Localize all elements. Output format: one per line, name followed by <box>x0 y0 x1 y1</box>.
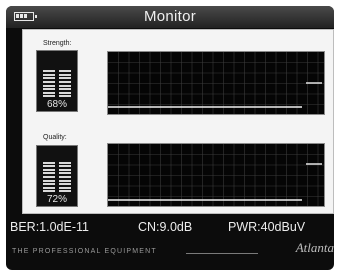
meter-bar <box>43 73 55 76</box>
ber-value: BER:1.0dE-11 <box>10 220 89 234</box>
meter-bar <box>43 77 55 80</box>
meter-bar <box>59 165 71 168</box>
meter-bar <box>59 179 71 182</box>
meter-bar <box>43 168 55 171</box>
strength-graph <box>107 51 325 115</box>
graph-grid <box>108 52 324 114</box>
meter-bar <box>43 183 55 186</box>
meter-bar <box>43 172 55 175</box>
meter-bar <box>59 91 71 94</box>
meter-bar <box>59 183 71 186</box>
meter-bar <box>43 165 55 168</box>
meter-bar <box>59 161 71 164</box>
brand-text: Atlanta <box>295 240 334 255</box>
meter-bar <box>43 95 55 98</box>
meter-bar <box>43 161 55 164</box>
meter-bar <box>43 179 55 182</box>
meter-bar <box>59 95 71 98</box>
meter-bar <box>59 73 71 76</box>
meter-bar <box>59 77 71 80</box>
strength-percent: 68% <box>46 99 67 110</box>
cn-value: CN:9.0dB <box>138 220 193 234</box>
meter-bar <box>43 190 55 193</box>
quality-percent: 72% <box>46 194 67 205</box>
meter-bar <box>59 70 71 73</box>
monitor-panel: Strength: 68% Quality: 72% <box>22 29 334 214</box>
pwr-value: PWR:40dBuV <box>228 220 306 234</box>
meter-bar <box>59 81 71 83</box>
meter-bar <box>43 88 55 91</box>
meter-bar <box>59 190 71 193</box>
meter-bar <box>59 168 71 171</box>
quality-meter: 72% <box>36 145 78 207</box>
brand-logo: Atlanta <box>296 240 334 256</box>
meter-bar <box>43 84 55 87</box>
title-bar: Monitor <box>6 6 334 28</box>
strength-meter: 68% <box>36 50 78 112</box>
meter-bar <box>43 81 55 83</box>
footer-tagline: THE PROFESSIONAL EQUIPMENT <box>12 248 157 255</box>
meter-bar <box>43 176 55 178</box>
quality-label: Quality: <box>43 134 67 141</box>
meter-bar <box>43 186 55 189</box>
quality-graph <box>107 143 325 207</box>
footer-divider <box>186 253 258 254</box>
meter-bar <box>59 172 71 175</box>
strength-label: Strength: <box>43 40 72 47</box>
meter-bar <box>43 91 55 94</box>
page-title: Monitor <box>143 8 197 25</box>
meter-bar <box>59 176 71 178</box>
meter-bar <box>43 70 55 73</box>
meter-bar <box>59 186 71 189</box>
meter-bar <box>59 84 71 87</box>
meter-bar <box>59 88 71 91</box>
graph-grid <box>108 144 324 206</box>
